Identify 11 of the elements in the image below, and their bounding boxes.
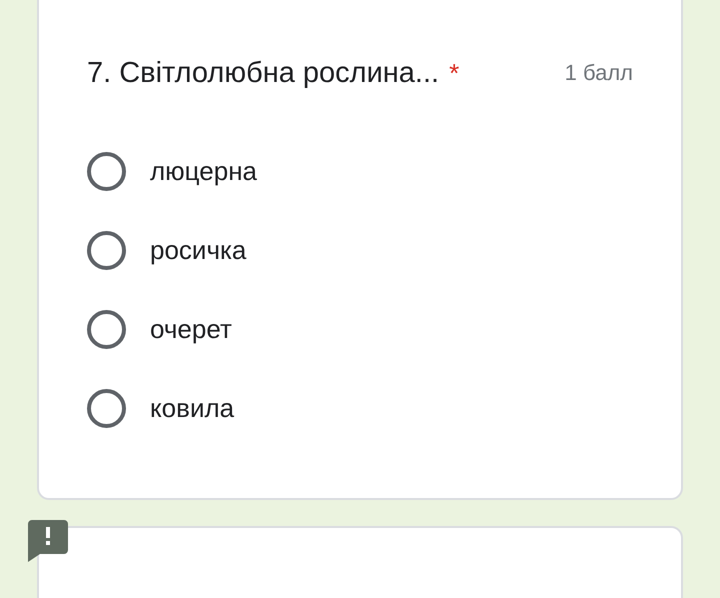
radio-button[interactable] xyxy=(87,231,126,270)
option-label[interactable]: очерет xyxy=(150,314,232,345)
required-asterisk: * xyxy=(449,58,460,88)
question-title: 7. Світлолюбна рослина... xyxy=(87,57,440,89)
points-label: 1 балл xyxy=(564,59,633,87)
radio-button[interactable] xyxy=(87,152,126,191)
option-label[interactable]: ковила xyxy=(150,393,234,424)
radio-button[interactable] xyxy=(87,389,126,428)
option-label[interactable]: росичка xyxy=(150,235,246,266)
radio-button[interactable] xyxy=(87,310,126,349)
option-label[interactable]: люцерна xyxy=(150,156,258,187)
